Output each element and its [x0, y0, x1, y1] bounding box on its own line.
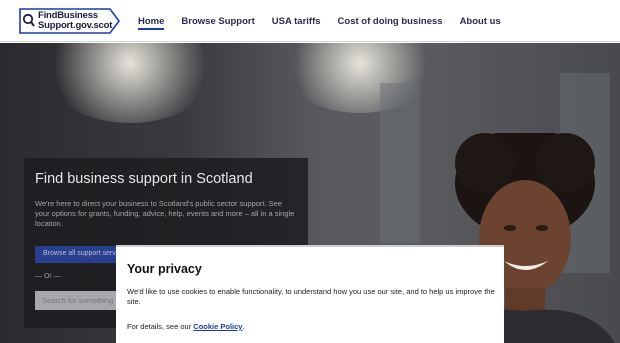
- cookie-consent-dialog: Your privacy We'd like to use cookies to…: [116, 245, 504, 343]
- logo-text: FindBusiness Support.gov.scot: [38, 11, 112, 31]
- cookie-title: Your privacy: [127, 262, 202, 276]
- hero-title: Find business support in Scotland: [35, 171, 253, 187]
- cookie-description: We'd like to use cookies to enable funct…: [127, 287, 495, 306]
- main-nav: Home Browse Support USA tariffs Cost of …: [138, 0, 518, 42]
- nav-browse-support[interactable]: Browse Support: [181, 0, 254, 42]
- cookie-policy-link[interactable]: Cookie Policy: [193, 322, 242, 331]
- background-shelf: [380, 83, 420, 243]
- nav-home[interactable]: Home: [138, 0, 165, 42]
- or-divider: — Or —: [35, 273, 61, 280]
- background-light: [40, 43, 220, 123]
- cookie-details: For details, see our Cookie Policy.: [127, 322, 245, 331]
- logo-line-2: Support.gov.scot: [38, 20, 113, 31]
- nav-cost-of-doing-business[interactable]: Cost of doing business: [338, 0, 443, 42]
- nav-about-us[interactable]: About us: [460, 0, 501, 42]
- cookie-details-prefix: For details, see our: [127, 322, 194, 331]
- site-logo[interactable]: FindBusiness Support.gov.scot: [19, 8, 120, 34]
- nav-usa-tariffs[interactable]: USA tariffs: [272, 0, 321, 42]
- cookie-details-suffix: .: [242, 322, 245, 331]
- hero-description: We're here to direct your business to Sc…: [35, 199, 295, 228]
- site-header: FindBusiness Support.gov.scot Home Brows…: [0, 0, 620, 42]
